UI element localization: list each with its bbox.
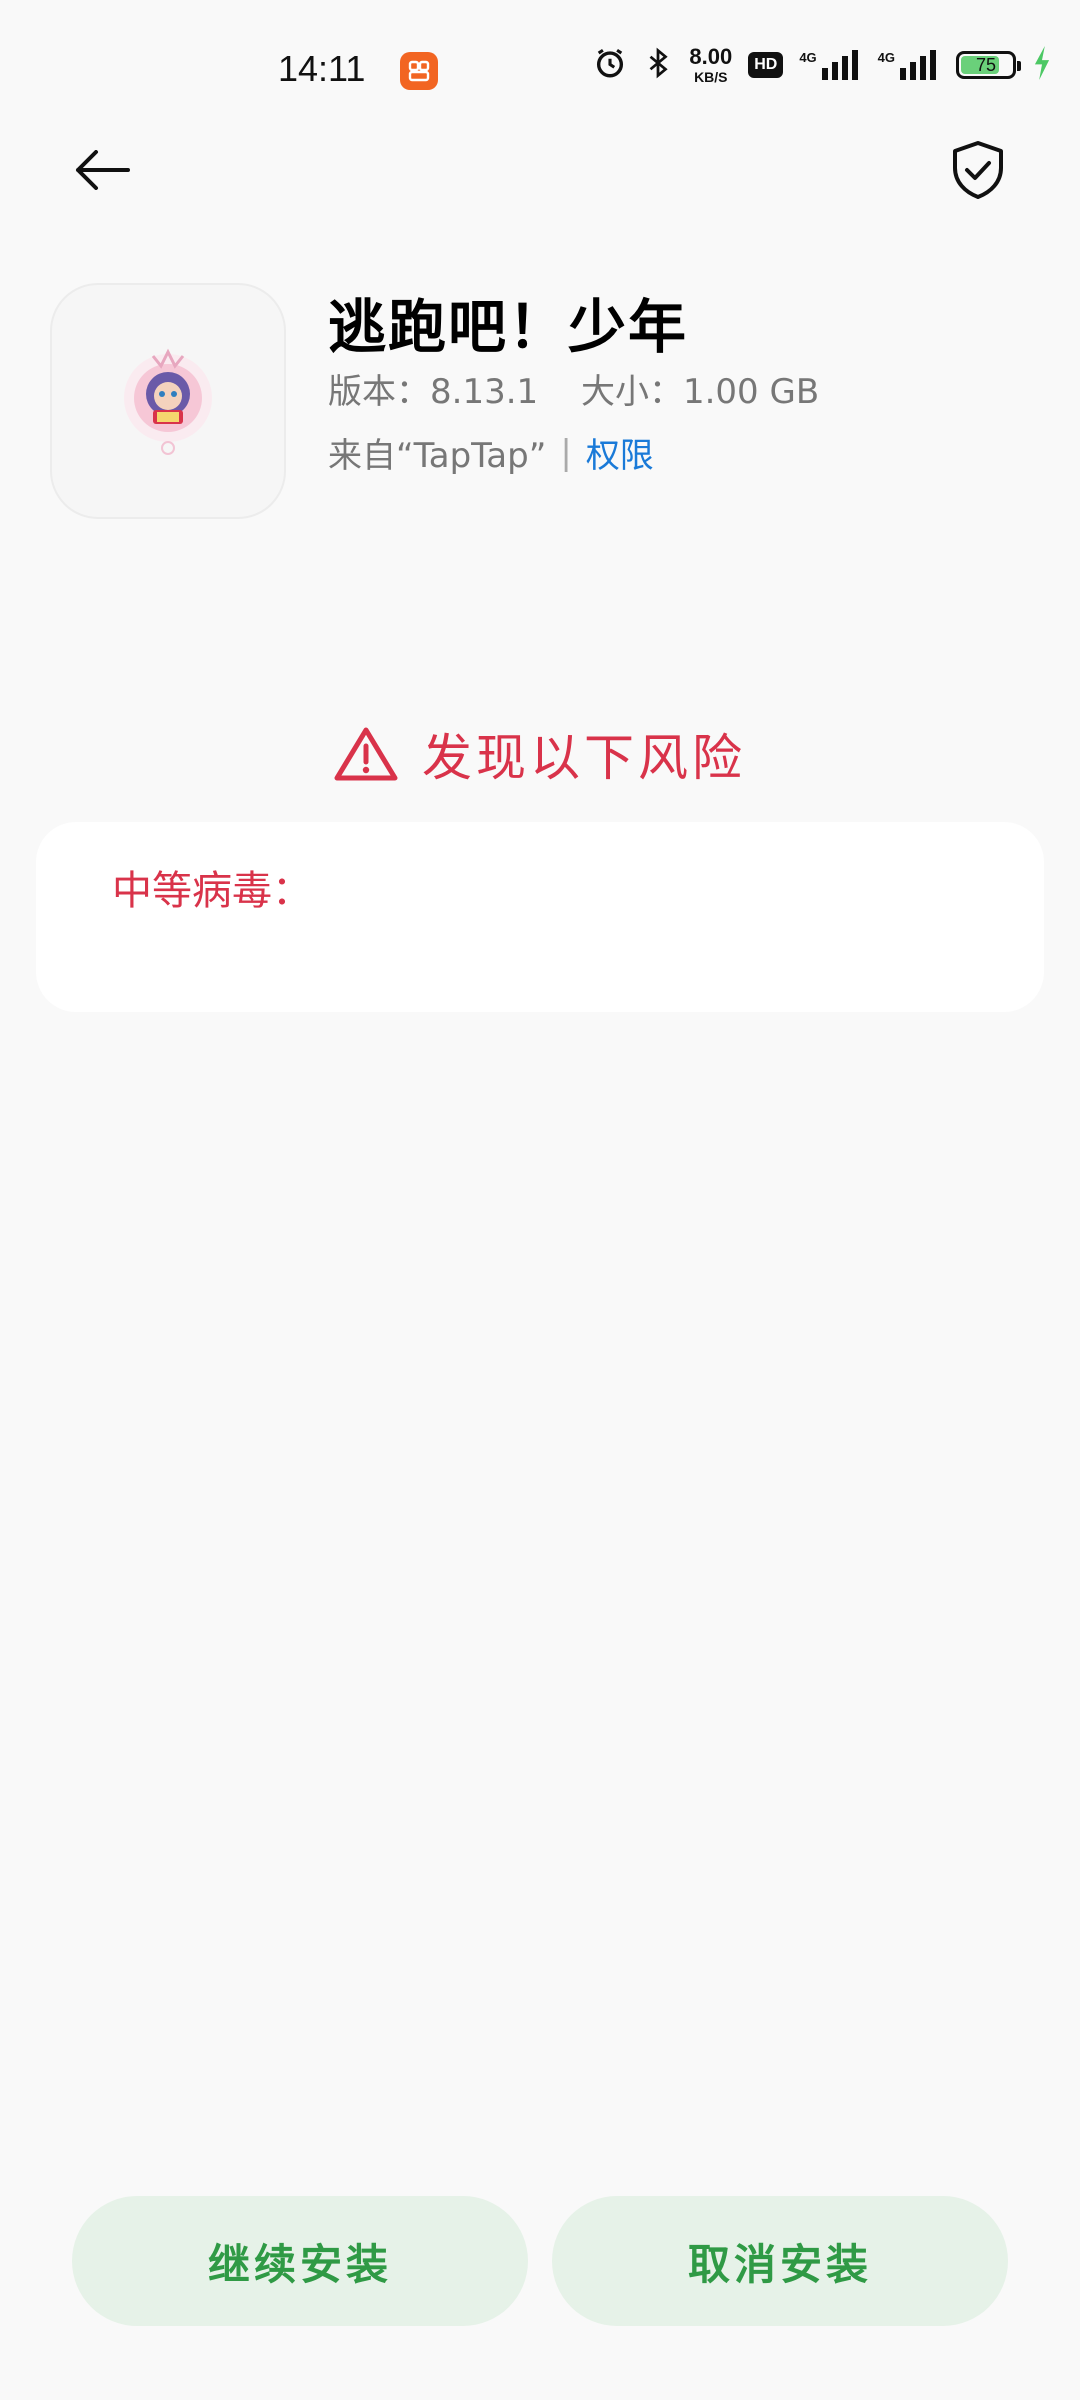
app-meta: 版本：8.13.1 大小：1.00 GB [328, 364, 851, 413]
app-source: 来自“TapTap” [328, 436, 547, 476]
app-version: 版本：8.13.1 [328, 372, 539, 412]
arrow-left-icon [76, 150, 130, 190]
net-speed-unit: KB/S [694, 69, 728, 85]
separator: | [560, 432, 572, 473]
status-time: 14:11 [278, 48, 366, 89]
signal-1-label: 4G [799, 50, 817, 65]
bluetooth-icon [643, 46, 673, 84]
charging-icon [1032, 46, 1052, 84]
app-icon [50, 283, 286, 519]
battery-level: 75 [975, 54, 997, 75]
warning-icon [334, 727, 398, 781]
app-badge-icon [400, 52, 438, 90]
app-size: 大小：1.00 GB [580, 372, 820, 412]
app-source-row: 来自“TapTap” | 权限 [328, 428, 654, 477]
net-speed-value: 8.00 [689, 44, 733, 69]
net-speed: 8.00 KB/S [689, 44, 733, 85]
back-button[interactable] [62, 130, 142, 210]
app-name: 逃跑吧！少年 [328, 293, 689, 361]
security-button[interactable] [938, 130, 1018, 210]
shield-check-icon [953, 141, 1003, 199]
risk-card [36, 822, 1044, 1012]
alarm-icon [593, 46, 627, 84]
continue-install-button[interactable]: 继续安装 [72, 2196, 528, 2326]
risk-category: 中等病毒： [112, 868, 312, 914]
status-icons: 8.00 KB/S HD 4G 4G 75 [593, 46, 1052, 84]
hd-badge: HD [748, 52, 784, 78]
permissions-link[interactable]: 权限 [586, 428, 654, 477]
battery-indicator: 75 [956, 51, 1021, 79]
signal-2: 4G [878, 50, 940, 80]
signal-bars-icon [821, 50, 858, 80]
risk-heading: 发现以下风险 [0, 718, 1080, 790]
cancel-install-button[interactable]: 取消安装 [552, 2196, 1008, 2326]
risk-heading-text: 发现以下风险 [422, 729, 746, 787]
signal-bars-icon [900, 50, 936, 80]
signal-1: 4G [799, 50, 861, 80]
app-logo-icon [124, 348, 212, 455]
signal-2-label: 4G [877, 50, 895, 65]
